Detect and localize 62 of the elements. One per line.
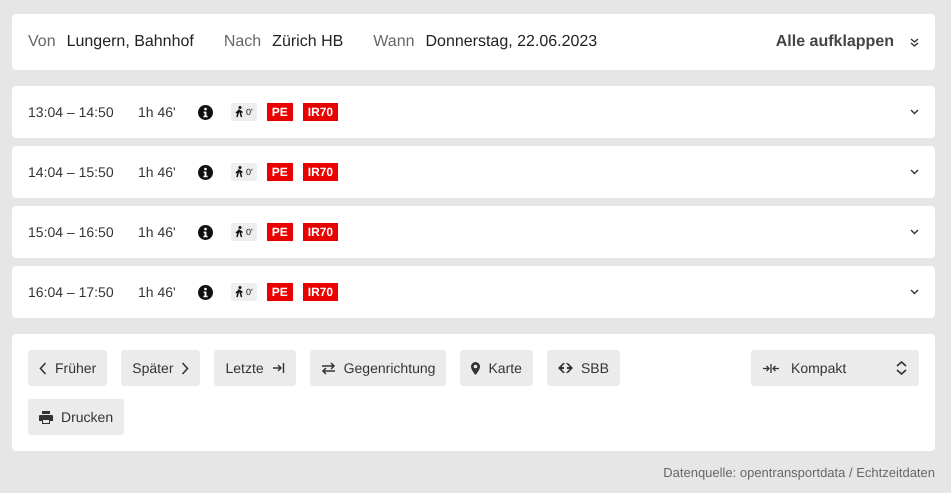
expand-all-button[interactable]: Alle aufklappen	[776, 33, 919, 51]
up-down-chevron-icon	[896, 361, 907, 375]
reverse-button[interactable]: Gegenrichtung	[310, 350, 446, 386]
time-range: 15:04 – 16:50	[28, 224, 115, 240]
swap-arrows-icon	[320, 362, 336, 374]
walk-time: 0'	[246, 107, 253, 117]
walk-time: 0'	[246, 227, 253, 237]
duration: 1h 46'	[138, 284, 177, 300]
time-range: 14:04 – 15:50	[28, 164, 115, 180]
date-value: Donnerstag, 22.06.2023	[426, 33, 598, 51]
last-button[interactable]: Letzte	[214, 350, 296, 386]
data-source-note: Datenquelle: opentransportdata / Echtzeitdaten	[663, 465, 935, 480]
map-pin-icon	[471, 362, 480, 374]
arrow-to-end-icon	[272, 362, 285, 374]
info-icon[interactable]	[198, 224, 213, 240]
chevron-left-icon	[39, 362, 47, 374]
duration: 1h 46'	[138, 224, 177, 240]
train-line-badge: IR70	[302, 283, 338, 301]
chevron-down-icon[interactable]	[910, 289, 919, 295]
walking-person-icon	[235, 286, 244, 298]
sbb-button[interactable]: SBB	[546, 350, 620, 386]
connection-row[interactable]: 14:04 – 15:50 1h 46' 0' PE IR70	[12, 146, 935, 198]
info-icon[interactable]	[198, 284, 213, 300]
chevron-right-icon	[181, 362, 190, 374]
time-range: 13:04 – 14:50	[28, 104, 115, 120]
chevron-down-icon[interactable]	[910, 229, 919, 235]
walking-person-icon	[235, 166, 244, 178]
walking-person-icon	[235, 226, 244, 238]
train-line-badge: IR70	[302, 223, 338, 241]
later-button[interactable]: Später	[121, 350, 200, 386]
printer-icon	[39, 410, 53, 424]
train-line-badge: PE	[266, 223, 293, 241]
train-line-badge: PE	[266, 103, 293, 121]
info-icon[interactable]	[198, 104, 213, 120]
duration: 1h 46'	[138, 164, 177, 180]
compress-arrows-icon	[763, 364, 779, 372]
print-button[interactable]: Drucken	[28, 399, 124, 435]
view-mode-select[interactable]: Kompakt	[751, 350, 919, 386]
train-line-badge: IR70	[302, 103, 338, 121]
connection-row[interactable]: 13:04 – 14:50 1h 46' 0' PE IR70	[12, 86, 935, 138]
from-label: Von	[28, 33, 56, 51]
train-line-badge: PE	[266, 163, 293, 181]
double-arrow-icon	[558, 363, 573, 373]
train-line-badge: IR70	[302, 163, 338, 181]
date-label: Wann	[373, 33, 414, 51]
connection-row[interactable]: 16:04 – 17:50 1h 46' 0' PE IR70	[12, 266, 935, 318]
earlier-button[interactable]: Früher	[28, 350, 108, 386]
to-value: Zürich HB	[272, 33, 344, 51]
walk-time: 0'	[246, 167, 253, 177]
train-line-badge: PE	[266, 283, 293, 301]
connection-row[interactable]: 15:04 – 16:50 1h 46' 0' PE IR70	[12, 206, 935, 258]
from-value: Lungern, Bahnhof	[66, 33, 194, 51]
map-button[interactable]: Karte	[460, 350, 533, 386]
chevron-down-icon[interactable]	[910, 109, 919, 115]
to-label: Nach	[224, 33, 262, 51]
walk-time: 0'	[246, 287, 253, 297]
double-chevron-down-icon	[910, 38, 919, 46]
walking-person-icon	[235, 106, 244, 118]
chevron-down-icon[interactable]	[910, 169, 919, 175]
time-range: 16:04 – 17:50	[28, 284, 115, 300]
duration: 1h 46'	[138, 104, 177, 120]
info-icon[interactable]	[198, 164, 213, 180]
